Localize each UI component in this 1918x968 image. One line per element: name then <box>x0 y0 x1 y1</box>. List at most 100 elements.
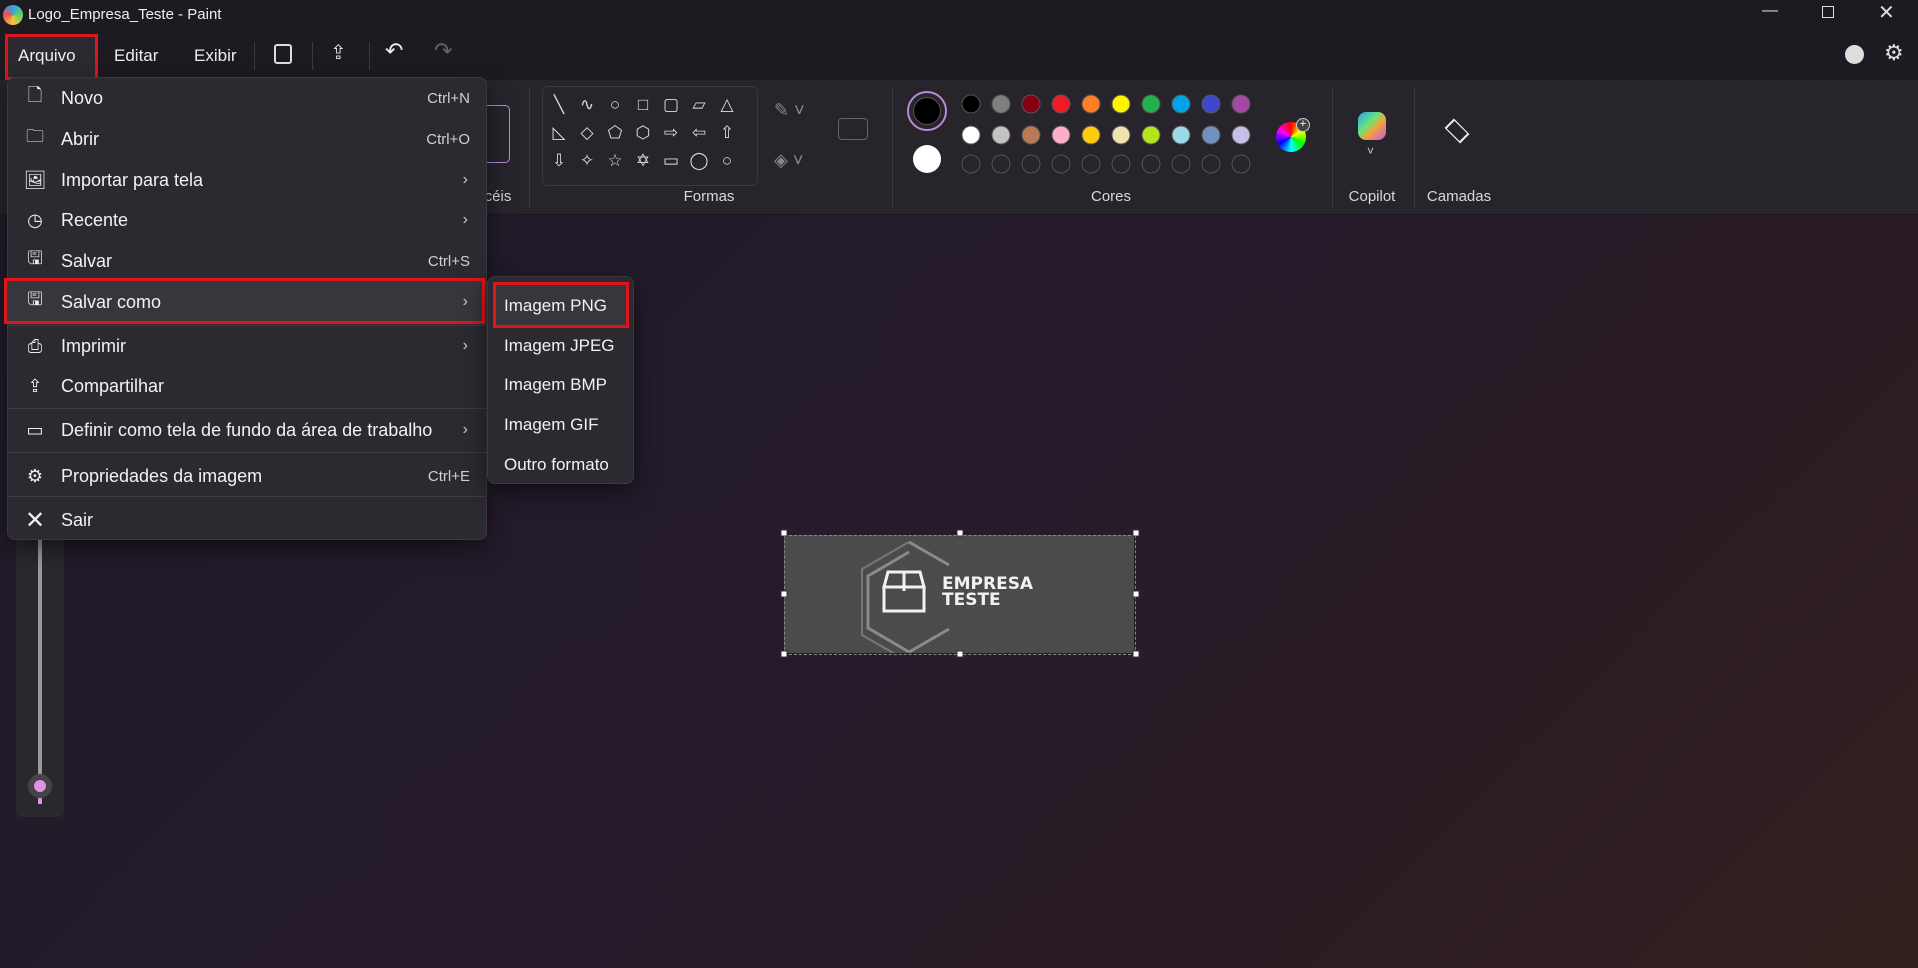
color-swatch[interactable] <box>1081 125 1101 145</box>
custom-color-slot[interactable] <box>1141 154 1161 174</box>
menu-item-recente[interactable]: ◷ Recente › <box>8 200 486 240</box>
color-swatch[interactable] <box>1081 94 1101 114</box>
resize-handle[interactable] <box>956 650 964 658</box>
resize-handle[interactable] <box>780 590 788 598</box>
menu-item-importar[interactable]: 🖼 Importar para tela › <box>8 160 486 200</box>
menu-item-propriedades[interactable]: ⚙ Propriedades da imagem Ctrl+E <box>8 456 486 496</box>
submenu-item-jpeg[interactable]: Imagem JPEG <box>504 336 615 356</box>
color-swatch[interactable] <box>961 125 981 145</box>
custom-color-slot[interactable] <box>1171 154 1191 174</box>
right-triangle-shape-icon[interactable]: ◺ <box>547 123 571 143</box>
callout-oval-shape-icon[interactable]: ◯ <box>687 151 711 171</box>
color-swatch[interactable] <box>1231 125 1251 145</box>
color-swatch[interactable] <box>1171 94 1191 114</box>
copilot-chevron-icon[interactable]: ˅ <box>1367 144 1374 158</box>
shapes-gallery[interactable]: ╲ ∿ ○ □ ▢ ▱ △ ◺ ◇ ⬠ ⬡ ⇨ ⇦ ⇧ ⇩ ✧ ☆ ✡ ▭ ◯ … <box>542 86 758 186</box>
primary-color-button[interactable] <box>907 91 947 131</box>
profile-icon[interactable] <box>1845 45 1864 64</box>
color-swatch[interactable] <box>1021 94 1041 114</box>
menu-item-sair[interactable]: ✕ Sair <box>8 500 486 540</box>
menu-item-salvar[interactable]: 🖫 Salvar Ctrl+S <box>8 241 486 281</box>
color-swatch[interactable] <box>1021 125 1041 145</box>
resize-handle[interactable] <box>1132 590 1140 598</box>
callout-cloud-shape-icon[interactable]: ○ <box>715 151 739 171</box>
color-swatch[interactable] <box>1201 125 1221 145</box>
star6-shape-icon[interactable]: ✡ <box>631 151 655 171</box>
color-swatch[interactable] <box>1111 125 1131 145</box>
resize-handle[interactable] <box>780 650 788 658</box>
menu-item-novo[interactable]: 🗋 Novo Ctrl+N <box>8 78 486 118</box>
color-swatch[interactable] <box>961 94 981 114</box>
custom-color-slot[interactable] <box>1201 154 1221 174</box>
color-swatch[interactable] <box>991 125 1011 145</box>
close-window-button[interactable]: ✕ <box>1878 0 1895 25</box>
resize-handle[interactable] <box>1132 529 1140 537</box>
resize-handle[interactable] <box>780 529 788 537</box>
copilot-icon[interactable] <box>1358 112 1386 140</box>
color-swatch[interactable] <box>1201 94 1221 114</box>
star5-shape-icon[interactable]: ☆ <box>603 151 627 171</box>
color-swatch[interactable] <box>1141 94 1161 114</box>
star4-shape-icon[interactable]: ✧ <box>575 151 599 171</box>
rectangle-shape-icon[interactable]: □ <box>631 95 655 115</box>
add-color-icon[interactable]: + <box>1296 118 1310 132</box>
color-swatch[interactable] <box>1111 94 1131 114</box>
menu-item-compartilhar[interactable]: ⇪ Compartilhar <box>8 366 486 406</box>
outline-dropdown-icon[interactable]: ✎ ˅ <box>774 100 805 121</box>
save-icon[interactable] <box>274 44 292 64</box>
menu-item-definir-fundo[interactable]: ▭ Definir como tela de fundo da área de t… <box>8 410 486 450</box>
submenu-item-gif[interactable]: Imagem GIF <box>504 415 598 435</box>
custom-color-slot[interactable] <box>1231 154 1251 174</box>
color-swatch[interactable] <box>1051 125 1071 145</box>
highlight-imagem-png <box>493 282 629 328</box>
custom-color-slot[interactable] <box>1111 154 1131 174</box>
menu-item-imprimir[interactable]: ⎙ Imprimir › <box>8 326 486 366</box>
arrow-right-shape-icon[interactable]: ⇨ <box>659 123 683 143</box>
zoom-slider-track[interactable] <box>38 540 42 785</box>
color-swatch[interactable] <box>1141 125 1161 145</box>
rounded-rectangle-shape-icon[interactable]: ▢ <box>659 95 683 115</box>
minimize-button[interactable]: — <box>1762 2 1778 20</box>
arrow-up-shape-icon[interactable]: ⇧ <box>715 123 739 143</box>
hexagon-shape-icon[interactable]: ⬡ <box>631 123 655 143</box>
restore-button[interactable] <box>1822 6 1834 18</box>
size-icon[interactable] <box>838 118 868 140</box>
custom-color-slot[interactable] <box>1081 154 1101 174</box>
oval-shape-icon[interactable]: ○ <box>603 95 627 115</box>
zoom-slider-thumb[interactable] <box>28 774 52 798</box>
line-shape-icon[interactable]: ╲ <box>547 95 571 115</box>
custom-color-slot[interactable] <box>1051 154 1071 174</box>
fill-dropdown-icon[interactable]: ◈ ˅ <box>774 150 803 171</box>
secondary-color-button[interactable] <box>913 145 941 173</box>
polygon-shape-icon[interactable]: ▱ <box>687 95 711 115</box>
pentagon-shape-icon[interactable]: ⬠ <box>603 123 627 143</box>
callout-rect-shape-icon[interactable]: ▭ <box>659 151 683 171</box>
share-icon: ⇪ <box>27 375 43 396</box>
color-swatch[interactable] <box>1171 125 1191 145</box>
triangle-shape-icon[interactable]: △ <box>715 95 739 115</box>
custom-color-slot[interactable] <box>961 154 981 174</box>
resize-handle[interactable] <box>1132 650 1140 658</box>
menu-item-label: Propriedades da imagem <box>61 465 263 486</box>
arrow-left-shape-icon[interactable]: ⇦ <box>687 123 711 143</box>
custom-color-slot[interactable] <box>1021 154 1041 174</box>
share-icon[interactable]: ⇪ <box>330 40 347 65</box>
color-swatch[interactable] <box>1051 94 1071 114</box>
menu-item-abrir[interactable]: 🗀 Abrir Ctrl+O <box>8 119 486 159</box>
custom-color-slot[interactable] <box>991 154 1011 174</box>
undo-icon[interactable]: ↶ <box>385 38 403 64</box>
submenu-item-outro-formato[interactable]: Outro formato <box>504 455 609 475</box>
settings-gear-icon[interactable]: ⚙ <box>1884 40 1904 66</box>
menu-editar[interactable]: Editar <box>114 46 158 66</box>
submenu-item-bmp[interactable]: Imagem BMP <box>504 375 607 395</box>
color-swatch[interactable] <box>1231 94 1251 114</box>
resize-handle[interactable] <box>956 529 964 537</box>
menu-item-label: Compartilhar <box>61 375 165 396</box>
diamond-shape-icon[interactable]: ◇ <box>575 123 599 143</box>
shortcut-label: Ctrl+S <box>427 252 470 270</box>
color-swatch[interactable] <box>991 94 1011 114</box>
arrow-down-shape-icon[interactable]: ⇩ <box>547 151 571 171</box>
menu-exibir[interactable]: Exibir <box>194 46 237 66</box>
redo-icon[interactable]: ↷ <box>434 38 452 64</box>
curve-shape-icon[interactable]: ∿ <box>575 95 599 115</box>
